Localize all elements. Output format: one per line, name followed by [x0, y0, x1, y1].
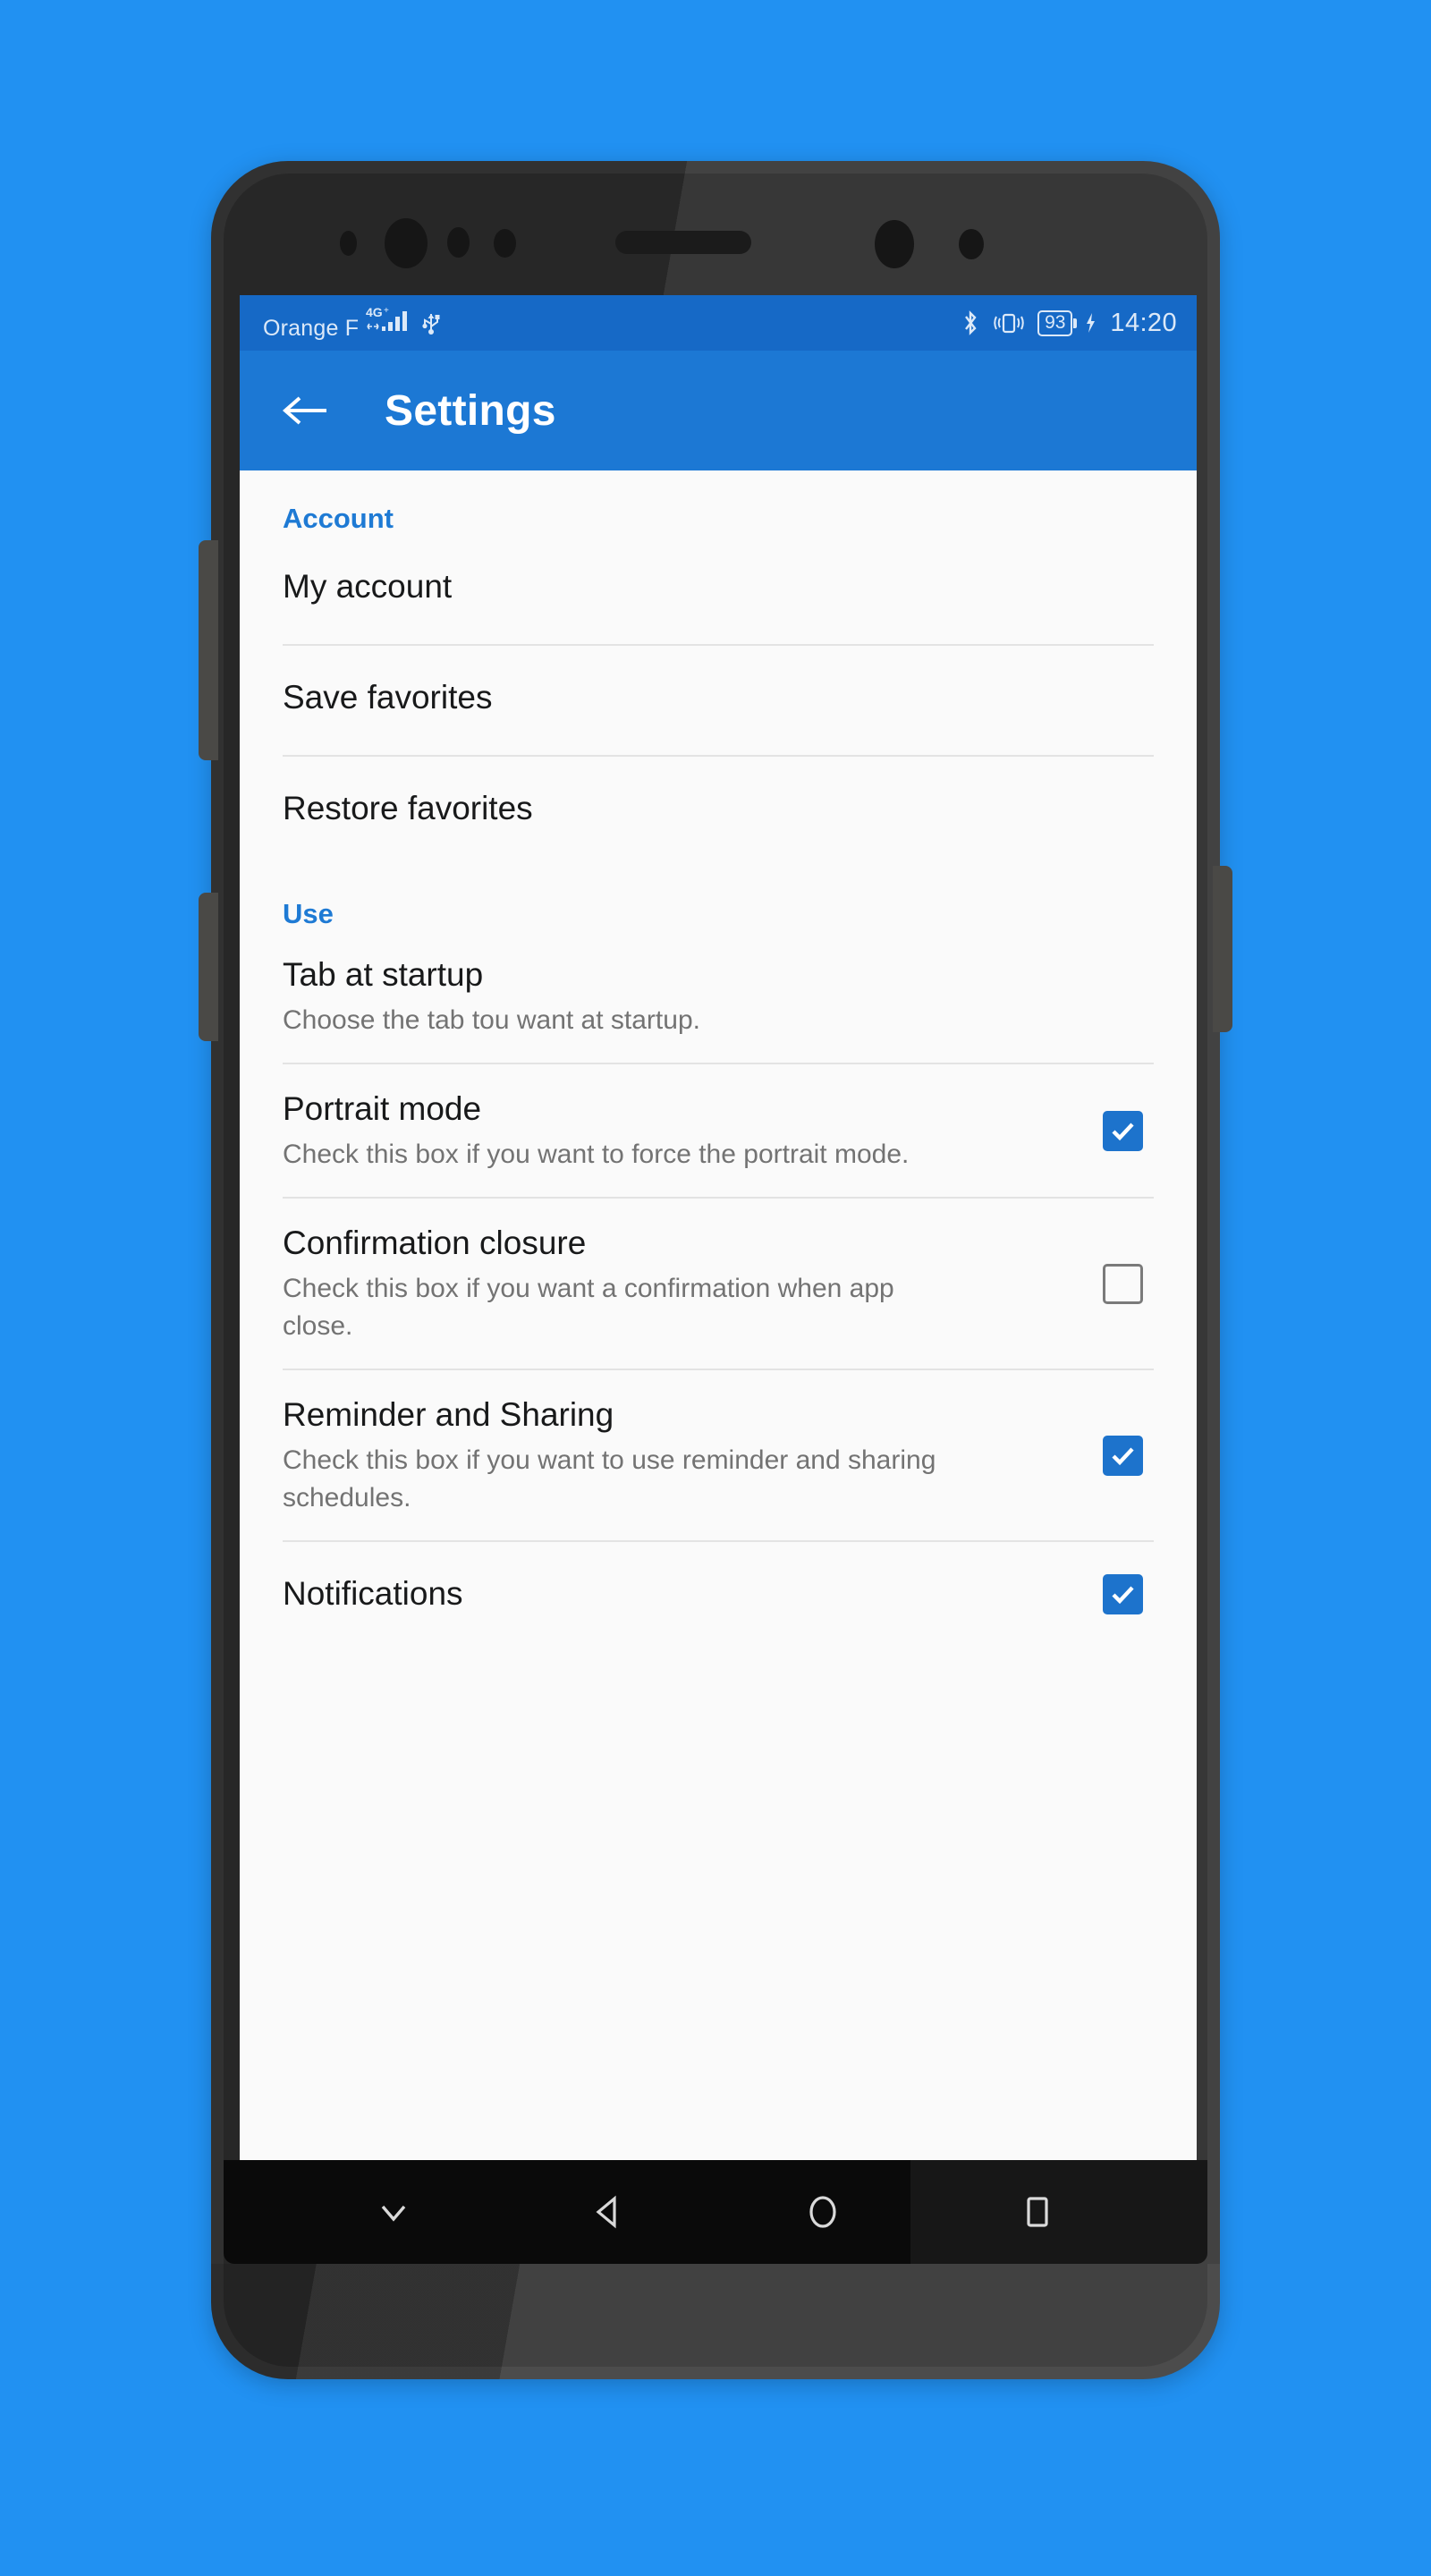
settings-preference-list: Account My account Save favorites Restor…: [240, 470, 1197, 2160]
section-header-use: Use: [283, 898, 334, 929]
svg-text:+: +: [384, 306, 389, 316]
status-bar-right: 93 14:20: [961, 309, 1177, 338]
pref-title: Restore favorites: [283, 790, 533, 826]
iris-scanner-icon: [875, 220, 914, 268]
pref-row-restore-favorites[interactable]: Restore favorites: [240, 757, 1197, 866]
pref-row-my-account[interactable]: My account: [240, 535, 1197, 644]
power-button[interactable]: [1213, 866, 1232, 1032]
pref-title: Tab at startup: [283, 956, 484, 993]
pref-text: Portrait mode Check this box if you want…: [283, 1088, 909, 1174]
chevron-down-icon[interactable]: [344, 2163, 443, 2261]
checkbox-confirmation-closure[interactable]: [1103, 1263, 1143, 1304]
pref-subtitle: Check this box if you want to force the …: [283, 1140, 910, 1169]
recents-square-icon[interactable]: [988, 2163, 1087, 2261]
pref-title: Notifications: [283, 1575, 463, 1612]
proximity-sensor-icon: [340, 231, 357, 256]
pref-subtitle: Choose the tab tou want at startup.: [283, 1005, 700, 1035]
front-camera-icon: [385, 218, 428, 268]
back-triangle-icon[interactable]: [559, 2163, 657, 2261]
pref-text: Reminder and Sharing Check this box if y…: [283, 1394, 962, 1517]
clock-label: 14:20: [1110, 308, 1177, 337]
sensor-dot-icon: [447, 227, 470, 258]
pref-title: Portrait mode: [283, 1090, 482, 1127]
section-header-account: Account: [283, 503, 394, 534]
phone-screen: Orange F 4G + 93 14:20 Settings Account …: [240, 295, 1197, 2160]
app-toolbar: Settings: [240, 351, 1197, 470]
home-circle-icon[interactable]: [774, 2163, 872, 2261]
pref-text: Confirmation closure Check this box if y…: [283, 1222, 962, 1345]
page-title: Settings: [385, 386, 556, 435]
pref-subtitle: Check this box if you want a confirmatio…: [283, 1274, 894, 1341]
pref-row-confirmation-closure[interactable]: Confirmation closure Check this box if y…: [240, 1199, 1197, 1368]
led-indicator-icon: [959, 229, 984, 259]
pref-text: Restore favorites: [283, 787, 533, 830]
pref-title: Reminder and Sharing: [283, 1396, 614, 1433]
carrier-label: Orange F: [263, 315, 360, 341]
earpiece-speaker: [615, 231, 751, 254]
pref-title: My account: [283, 568, 453, 605]
android-navigation-bar: [224, 2160, 1207, 2264]
usb-icon: [421, 309, 441, 335]
pref-row-save-favorites[interactable]: Save favorites: [240, 646, 1197, 755]
pref-title: Save favorites: [283, 679, 493, 716]
battery-level-indicator: 93: [1037, 309, 1078, 336]
status-bar: Orange F 4G + 93 14:20: [240, 295, 1197, 351]
status-bar-left: Orange F 4G +: [263, 305, 441, 342]
pref-text: Notifications: [283, 1572, 463, 1615]
sensor-dot-icon: [494, 229, 516, 258]
volume-rocker-button[interactable]: [199, 540, 218, 760]
charging-bolt-icon: [1084, 310, 1098, 335]
bluetooth-icon: [961, 309, 980, 337]
pref-row-tab-at-startup[interactable]: Tab at startup Choose the tab tou want a…: [240, 930, 1197, 1063]
checkbox-notifications[interactable]: [1103, 1573, 1143, 1614]
pref-text: Save favorites: [283, 676, 492, 719]
pref-row-portrait-mode[interactable]: Portrait mode Check this box if you want…: [240, 1064, 1197, 1197]
signal-icon: 4G +: [366, 305, 414, 335]
pref-subtitle: Check this box if you want to use remind…: [283, 1445, 936, 1513]
vibrate-icon: [992, 309, 1026, 337]
svg-text:4G: 4G: [366, 305, 383, 319]
pref-row-reminder-and-sharing[interactable]: Reminder and Sharing Check this box if y…: [240, 1370, 1197, 1540]
pref-row-notifications[interactable]: Notifications: [240, 1542, 1197, 1651]
checkbox-reminder-and-sharing[interactable]: [1103, 1435, 1143, 1476]
assistant-side-button[interactable]: [199, 893, 218, 1041]
pref-text: Tab at startup Choose the tab tou want a…: [283, 953, 700, 1039]
pref-text: My account: [283, 565, 452, 608]
back-arrow-icon[interactable]: [270, 376, 340, 445]
pref-title: Confirmation closure: [283, 1224, 587, 1261]
checkbox-portrait-mode[interactable]: [1103, 1110, 1143, 1151]
